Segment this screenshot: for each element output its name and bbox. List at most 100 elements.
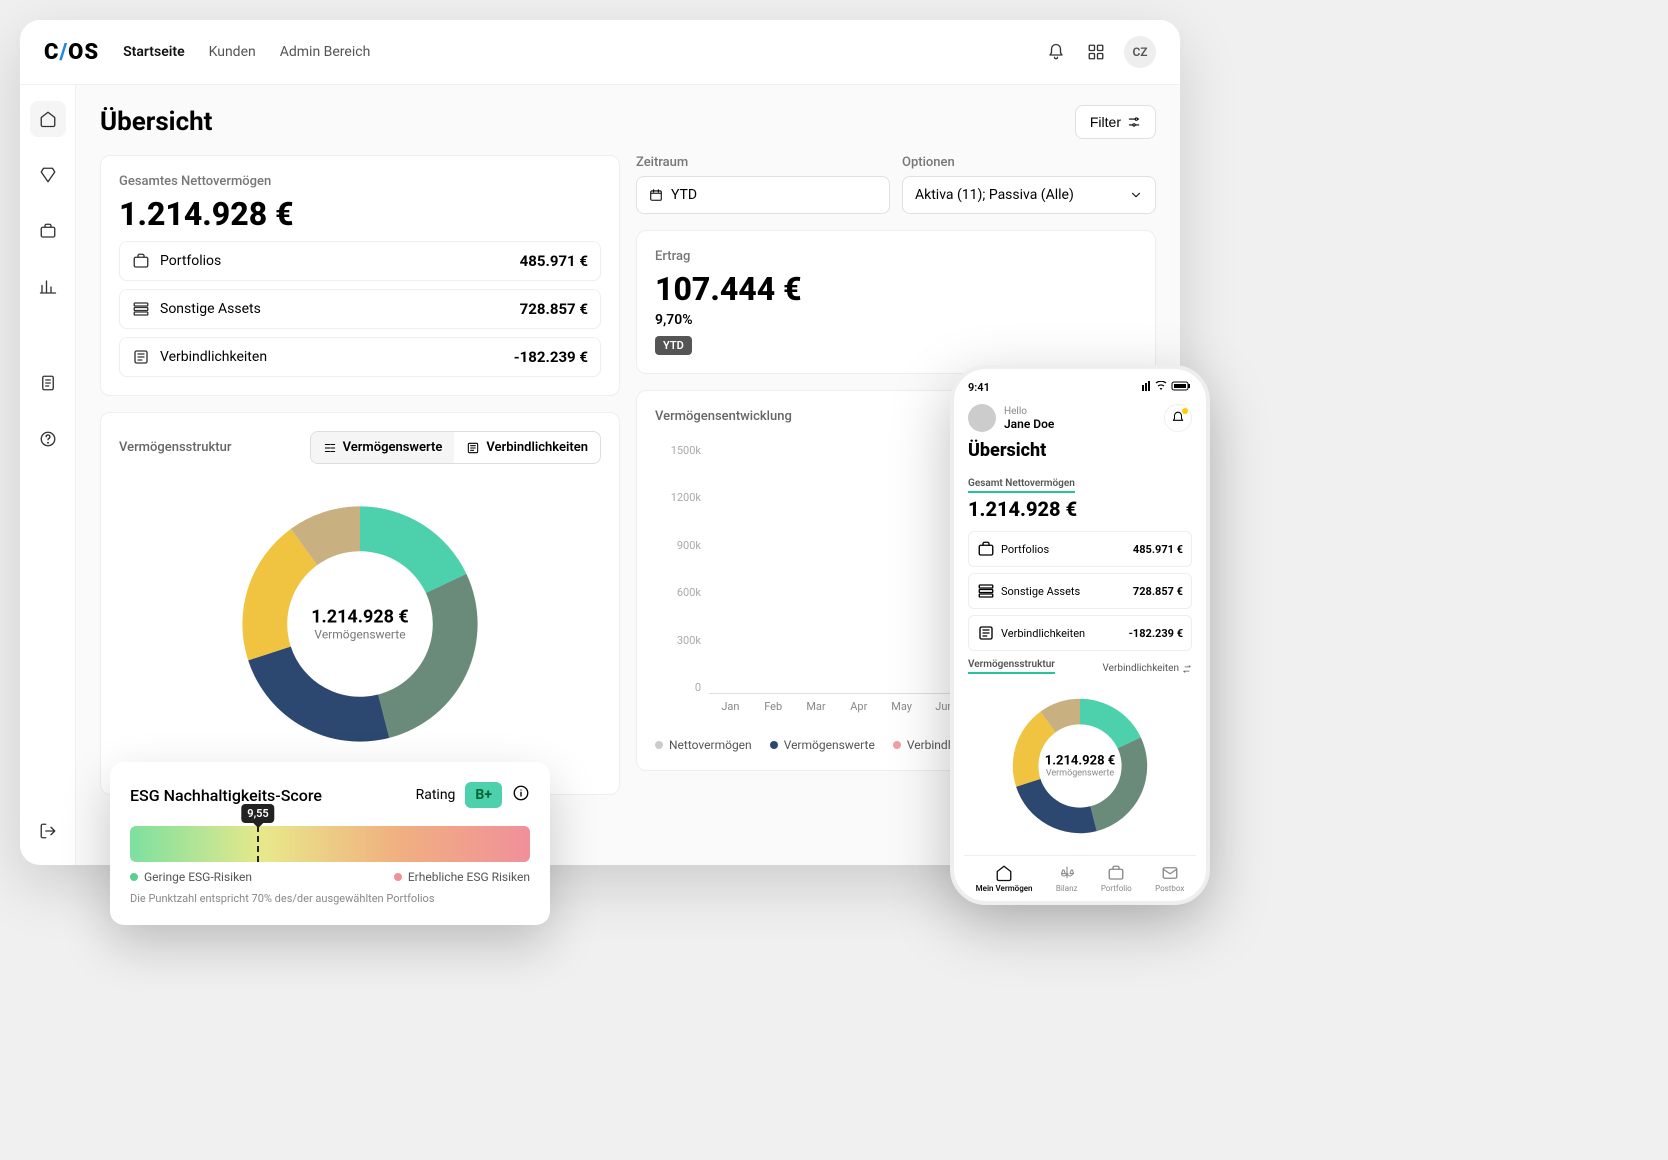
nav-admin[interactable]: Admin Bereich xyxy=(280,44,371,60)
donut-center-value: 1.214.928 € xyxy=(311,607,409,628)
sidebar-diamond[interactable] xyxy=(30,157,66,193)
esg-rating-badge: B+ xyxy=(465,782,502,808)
options-select[interactable]: Aktiva (11); Passiva (Alle) xyxy=(902,176,1156,214)
sidebar-briefcase[interactable] xyxy=(30,213,66,249)
y-tick: 900k xyxy=(655,539,701,552)
esg-marker: 9,55 xyxy=(241,804,274,823)
phone-avatar[interactable] xyxy=(968,404,996,432)
asset-row[interactable]: Verbindlichkeiten -182.239 € xyxy=(119,337,601,377)
topbar: C/OS Startseite Kunden Admin Bereich CZ xyxy=(20,20,1180,85)
logo[interactable]: C/OS xyxy=(44,40,99,65)
chevron-down-icon xyxy=(1129,188,1143,202)
x-label: Apr xyxy=(837,700,880,724)
y-tick: 1200k xyxy=(655,491,701,504)
ledger-icon xyxy=(977,624,995,642)
phone-asset-value: -182.239 € xyxy=(1129,627,1183,640)
options-label: Optionen xyxy=(902,155,1156,170)
esg-footer: Die Punktzahl entspricht 70% des/der aus… xyxy=(130,892,530,905)
phone-asset-row[interactable]: Portfolios 485.971 € xyxy=(968,531,1192,567)
phone-tab-portfolio[interactable]: Portfolio xyxy=(1101,864,1132,893)
phone-frame: 9:41 Hello Jane Doe Übersicht Gesamt Net… xyxy=(950,365,1210,905)
asset-row[interactable]: Portfolios 485.971 € xyxy=(119,241,601,281)
asset-label: Verbindlichkeiten xyxy=(160,349,504,365)
sliders-icon xyxy=(1127,115,1141,129)
legend-assets: Vermögenswerte xyxy=(770,738,875,752)
phone-donut-label: Vermögenswerte xyxy=(1045,769,1115,779)
esg-card: ESG Nachhaltigkeits-Score Rating B+ 9,55… xyxy=(110,762,550,925)
sidebar-help[interactable] xyxy=(30,421,66,457)
asset-label: Portfolios xyxy=(160,253,510,269)
x-label: Mar xyxy=(795,700,838,724)
page-title: Übersicht xyxy=(100,107,212,137)
period-select[interactable]: YTD xyxy=(636,176,890,214)
phone-tab-postbox[interactable]: Postbox xyxy=(1155,864,1184,893)
networth-value: 1.214.928 € xyxy=(119,195,601,233)
phone-section-link[interactable]: Verbindlichkeiten xyxy=(1103,663,1192,674)
asset-label: Sonstige Assets xyxy=(160,301,510,317)
x-label: Feb xyxy=(752,700,795,724)
phone-networth: 1.214.928 € xyxy=(968,497,1192,521)
phone-asset-label: Verbindlichkeiten xyxy=(1001,627,1123,640)
phone-section: Vermögensstruktur xyxy=(968,659,1055,674)
esg-title: ESG Nachhaltigkeits-Score xyxy=(130,786,406,805)
phone-asset-value: 485.971 € xyxy=(1133,543,1183,556)
sidebar-doc[interactable] xyxy=(30,365,66,401)
phone-asset-label: Sonstige Assets xyxy=(1001,585,1127,598)
bell-icon[interactable] xyxy=(1044,40,1068,64)
apps-icon[interactable] xyxy=(1084,40,1108,64)
desktop-window: C/OS Startseite Kunden Admin Bereich CZ xyxy=(20,20,1180,865)
stack-icon xyxy=(132,300,150,318)
phone-asset-value: 728.857 € xyxy=(1133,585,1183,598)
avatar[interactable]: CZ xyxy=(1124,36,1156,68)
sidebar-chart[interactable] xyxy=(30,269,66,305)
briefcase-icon xyxy=(132,252,150,270)
phone-username: Jane Doe xyxy=(1004,417,1054,431)
phone-status-icons xyxy=(1142,381,1192,396)
toggle-liabilities[interactable]: Verbindlichkeiten xyxy=(454,432,600,463)
y-tick: 1500k xyxy=(655,444,701,457)
asset-row[interactable]: Sonstige Assets 728.857 € xyxy=(119,289,601,329)
structure-label: Vermögensstruktur xyxy=(119,440,231,455)
sidebar-home[interactable] xyxy=(30,101,66,137)
yield-pill: YTD xyxy=(655,336,692,355)
phone-title: Übersicht xyxy=(968,440,1192,461)
sidebar-logout[interactable] xyxy=(30,813,66,849)
phone-subtitle: Gesamt Nettovermögen xyxy=(968,478,1075,493)
info-icon[interactable] xyxy=(512,784,530,806)
esg-legend-low: Geringe ESG-Risiken xyxy=(130,870,252,884)
y-tick: 300k xyxy=(655,634,701,647)
donut-center-label: Vermögenswerte xyxy=(311,628,409,642)
x-label: May xyxy=(880,700,923,724)
x-label: Jan xyxy=(709,700,752,724)
phone-hello: Hello xyxy=(1004,406,1054,417)
yield-value: 107.444 € xyxy=(655,270,1137,308)
networth-card: Gesamtes Nettovermögen 1.214.928 € Portf… xyxy=(100,155,620,396)
sidebar xyxy=(20,85,76,865)
networth-label: Gesamtes Nettovermögen xyxy=(119,174,601,189)
yield-percent: 9,70% xyxy=(655,312,1137,328)
ledger-icon xyxy=(466,441,480,455)
y-tick: 0 xyxy=(655,681,701,694)
filter-button[interactable]: Filter xyxy=(1075,105,1156,139)
stack-icon xyxy=(977,582,995,600)
phone-tab-balance[interactable]: Bilanz xyxy=(1056,864,1078,893)
esg-scale: 9,55 xyxy=(130,826,530,862)
phone-tab-wealth[interactable]: Mein Vermögen xyxy=(976,864,1033,893)
phone-asset-label: Portfolios xyxy=(1001,543,1127,556)
phone-bell-icon[interactable] xyxy=(1164,404,1192,432)
toggle-assets[interactable]: Vermögenswerte xyxy=(311,432,455,463)
structure-card: Vermögensstruktur Vermögenswerte Verbind… xyxy=(100,412,620,795)
phone-asset-row[interactable]: Verbindlichkeiten -182.239 € xyxy=(968,615,1192,651)
phone-donut-value: 1.214.928 € xyxy=(1045,754,1115,769)
asset-value: 485.971 € xyxy=(520,252,588,270)
asset-value: -182.239 € xyxy=(514,348,588,366)
esg-rating-label: Rating xyxy=(416,787,456,803)
yield-label: Ertrag xyxy=(655,249,1137,264)
esg-legend-high: Erhebliche ESG Risiken xyxy=(394,870,530,884)
phone-asset-row[interactable]: Sonstige Assets 728.857 € xyxy=(968,573,1192,609)
ledger-icon xyxy=(132,348,150,366)
nav-customers[interactable]: Kunden xyxy=(209,44,256,60)
stack-icon xyxy=(323,441,337,455)
asset-value: 728.857 € xyxy=(520,300,588,318)
nav-home[interactable]: Startseite xyxy=(123,44,184,60)
